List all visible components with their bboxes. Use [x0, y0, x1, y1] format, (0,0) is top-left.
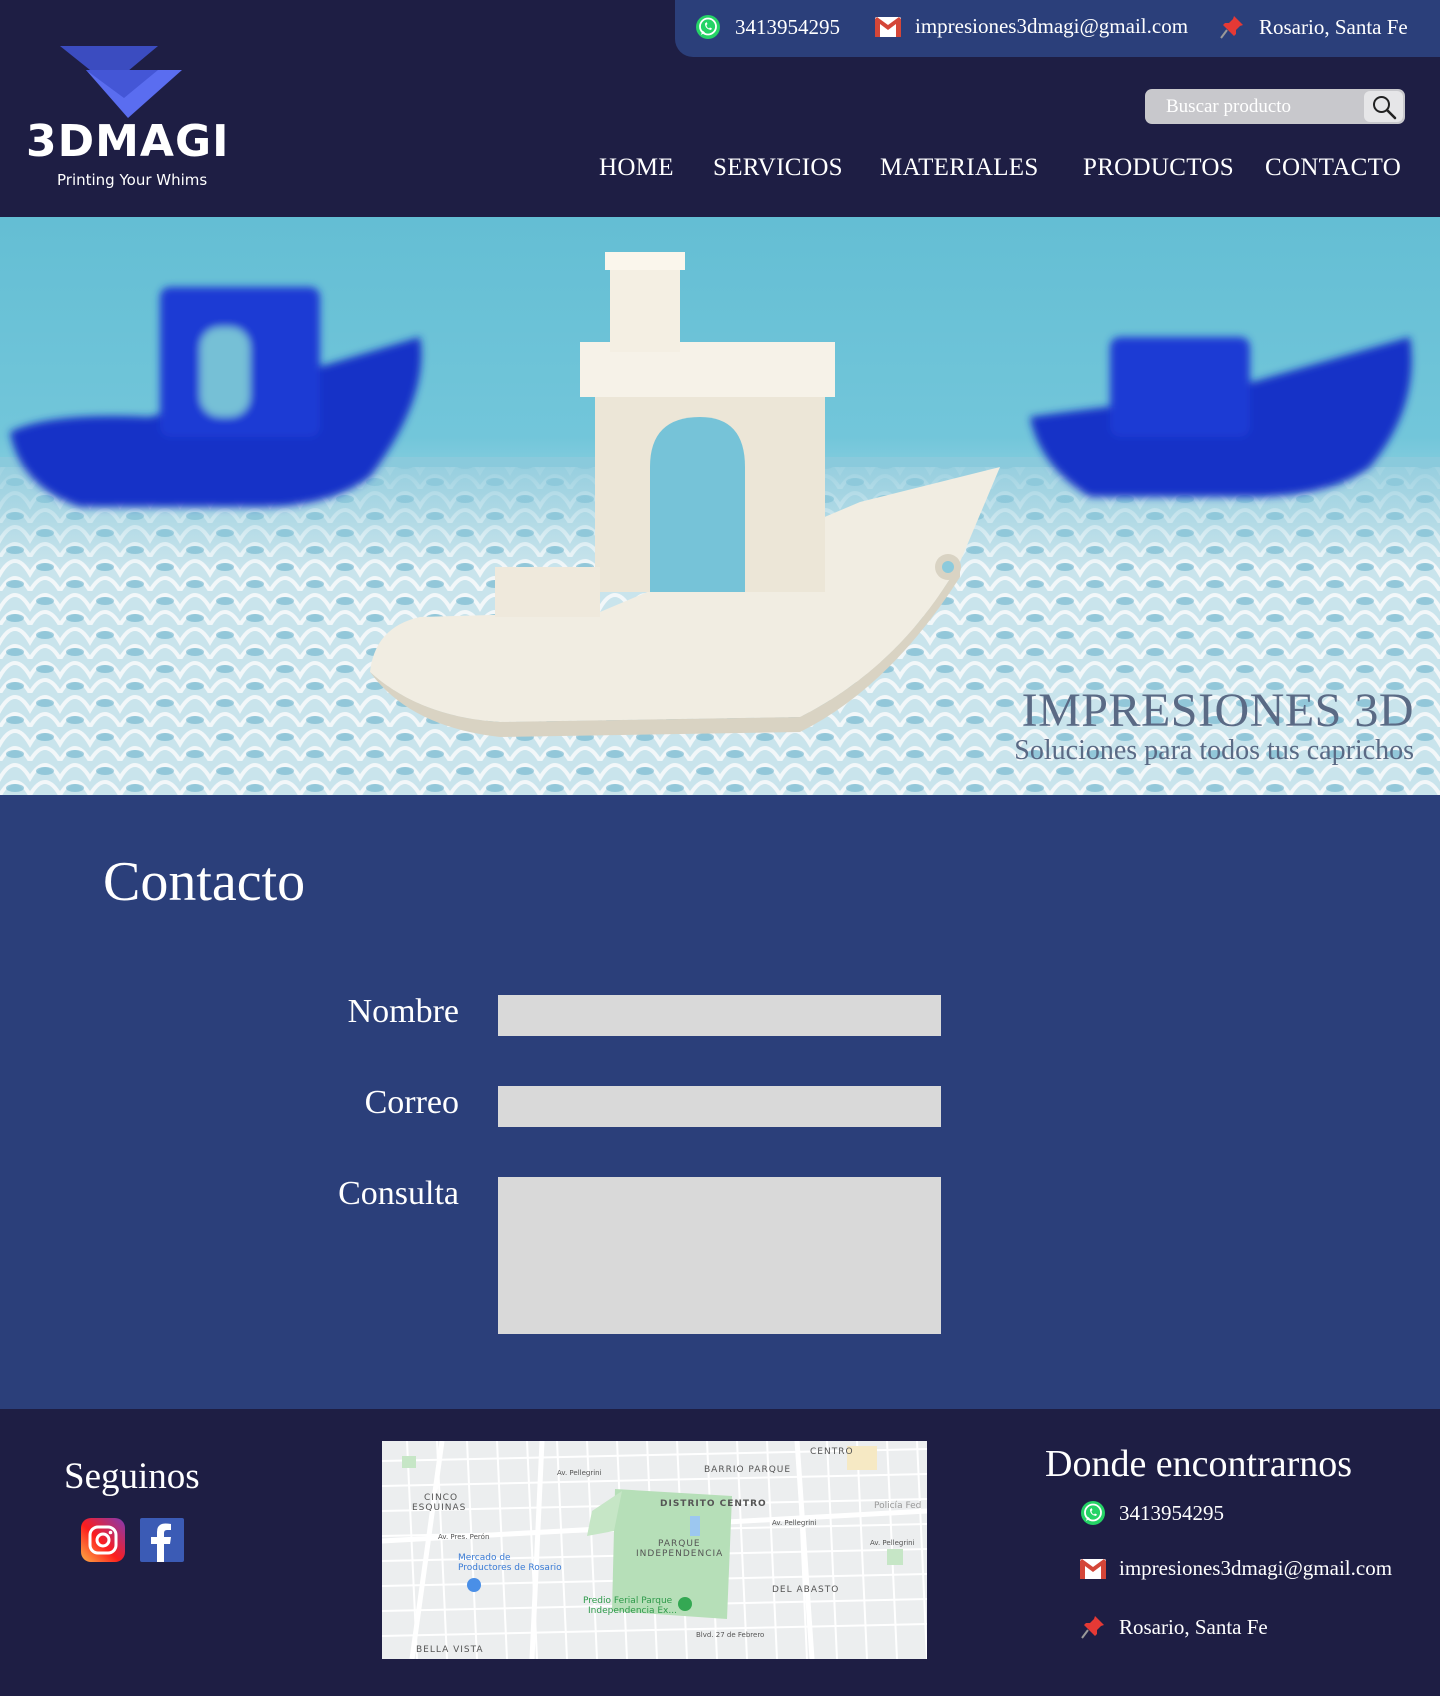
search-box — [1145, 89, 1405, 124]
hero-banner: IMPRESIONES 3D Soluciones para todos tus… — [0, 217, 1440, 795]
contact-bar-location-text: Rosario, Santa Fe — [1259, 14, 1408, 39]
map-label: DEL ABASTO — [772, 1585, 840, 1595]
whatsapp-icon — [696, 15, 720, 39]
logo-name: 3DMAGI — [26, 116, 230, 167]
follow-title: Seguinos — [64, 1456, 200, 1497]
nav-home[interactable]: HOME — [599, 154, 674, 182]
contact-bar-location[interactable]: Rosario, Santa Fe — [1219, 14, 1408, 40]
pushpin-icon — [1220, 16, 1243, 39]
map-label: CINCO — [424, 1493, 459, 1503]
hero-title: IMPRESIONES 3D — [1021, 684, 1414, 737]
contact-section: Contacto Nombre Correo Consulta — [0, 795, 1440, 1409]
facebook-link[interactable] — [140, 1518, 184, 1562]
map-label: CENTRO — [810, 1447, 854, 1457]
nav-materiales[interactable]: MATERIALES — [880, 154, 1039, 182]
contact-bar-phone-text: 3413954295 — [735, 14, 840, 39]
footer-location-text: Rosario, Santa Fe — [1119, 1614, 1268, 1639]
query-label: Consulta — [338, 1175, 459, 1212]
search-button[interactable] — [1364, 91, 1403, 122]
email-field[interactable] — [498, 1086, 941, 1127]
name-label: Nombre — [347, 993, 459, 1030]
gmail-icon — [875, 16, 901, 37]
map-label: Blvd. 27 de Febrero — [696, 1631, 765, 1639]
site-header: 3413954295 impresiones3dmagi@gmail.com R… — [0, 0, 1440, 217]
map-label: Av. Pres. Perón — [438, 1533, 490, 1541]
nav-contacto[interactable]: CONTACTO — [1265, 154, 1401, 182]
name-field[interactable] — [498, 995, 941, 1036]
map-label: Independencia Ex... — [588, 1606, 677, 1616]
map-label: DISTRITO CENTRO — [660, 1499, 767, 1509]
map-label: PARQUE — [658, 1539, 701, 1549]
map-label: Av. Pellegrini — [557, 1469, 602, 1477]
gmail-icon — [1080, 1558, 1106, 1579]
search-input[interactable] — [1145, 89, 1363, 124]
contact-bar: 3413954295 impresiones3dmagi@gmail.com R… — [675, 0, 1440, 57]
footer-location[interactable]: Rosario, Santa Fe — [1080, 1614, 1268, 1640]
location-map[interactable]: CENTRO BARRIO PARQUE CINCO ESQUINAS DIST… — [382, 1441, 927, 1659]
instagram-link[interactable] — [81, 1518, 125, 1562]
site-footer: Seguinos CENTRO BARRIO PARQUE CINCO ESQU… — [0, 1409, 1440, 1696]
search-icon — [1372, 95, 1396, 119]
contact-bar-email-text: impresiones3dmagi@gmail.com — [915, 14, 1189, 38]
contact-bar-phone[interactable]: 3413954295 — [695, 14, 840, 40]
pushpin-icon — [1081, 1616, 1104, 1639]
nav-productos[interactable]: PRODUCTOS — [1083, 154, 1234, 182]
map-label: Policía Fed — [874, 1501, 922, 1511]
hero-subtitle: Soluciones para todos tus caprichos — [1014, 735, 1414, 766]
footer-email[interactable]: impresiones3dmagi@gmail.com — [1080, 1556, 1392, 1581]
map-label: ESQUINAS — [412, 1503, 467, 1513]
logo-tagline: Printing Your Whims — [57, 171, 208, 189]
email-label: Correo — [364, 1084, 459, 1121]
query-field[interactable] — [498, 1177, 941, 1334]
map-label: BELLA VISTA — [416, 1645, 484, 1655]
map-label: Productores de Rosario — [458, 1563, 562, 1573]
facebook-icon — [151, 1523, 171, 1562]
contact-bar-email[interactable]: impresiones3dmagi@gmail.com — [875, 14, 1188, 39]
where-title: Donde encontrarnos — [1045, 1443, 1353, 1485]
whatsapp-icon — [1081, 1501, 1105, 1525]
map-label: Av. Pellegrini — [870, 1539, 915, 1547]
footer-phone[interactable]: 3413954295 — [1080, 1500, 1224, 1526]
instagram-icon — [88, 1525, 118, 1555]
contact-title: Contacto — [103, 851, 306, 913]
map-label: BARRIO PARQUE — [704, 1465, 792, 1475]
map-label: INDEPENDENCIA — [636, 1549, 724, 1559]
map-label: Mercado de — [458, 1553, 511, 1563]
map-label: Av. Pellegrini — [772, 1519, 817, 1527]
footer-phone-text: 3413954295 — [1119, 1500, 1224, 1525]
map-label: Predio Ferial Parque — [583, 1596, 673, 1606]
footer-email-text: impresiones3dmagi@gmail.com — [1119, 1556, 1393, 1580]
nav-servicios[interactable]: SERVICIOS — [713, 154, 843, 182]
